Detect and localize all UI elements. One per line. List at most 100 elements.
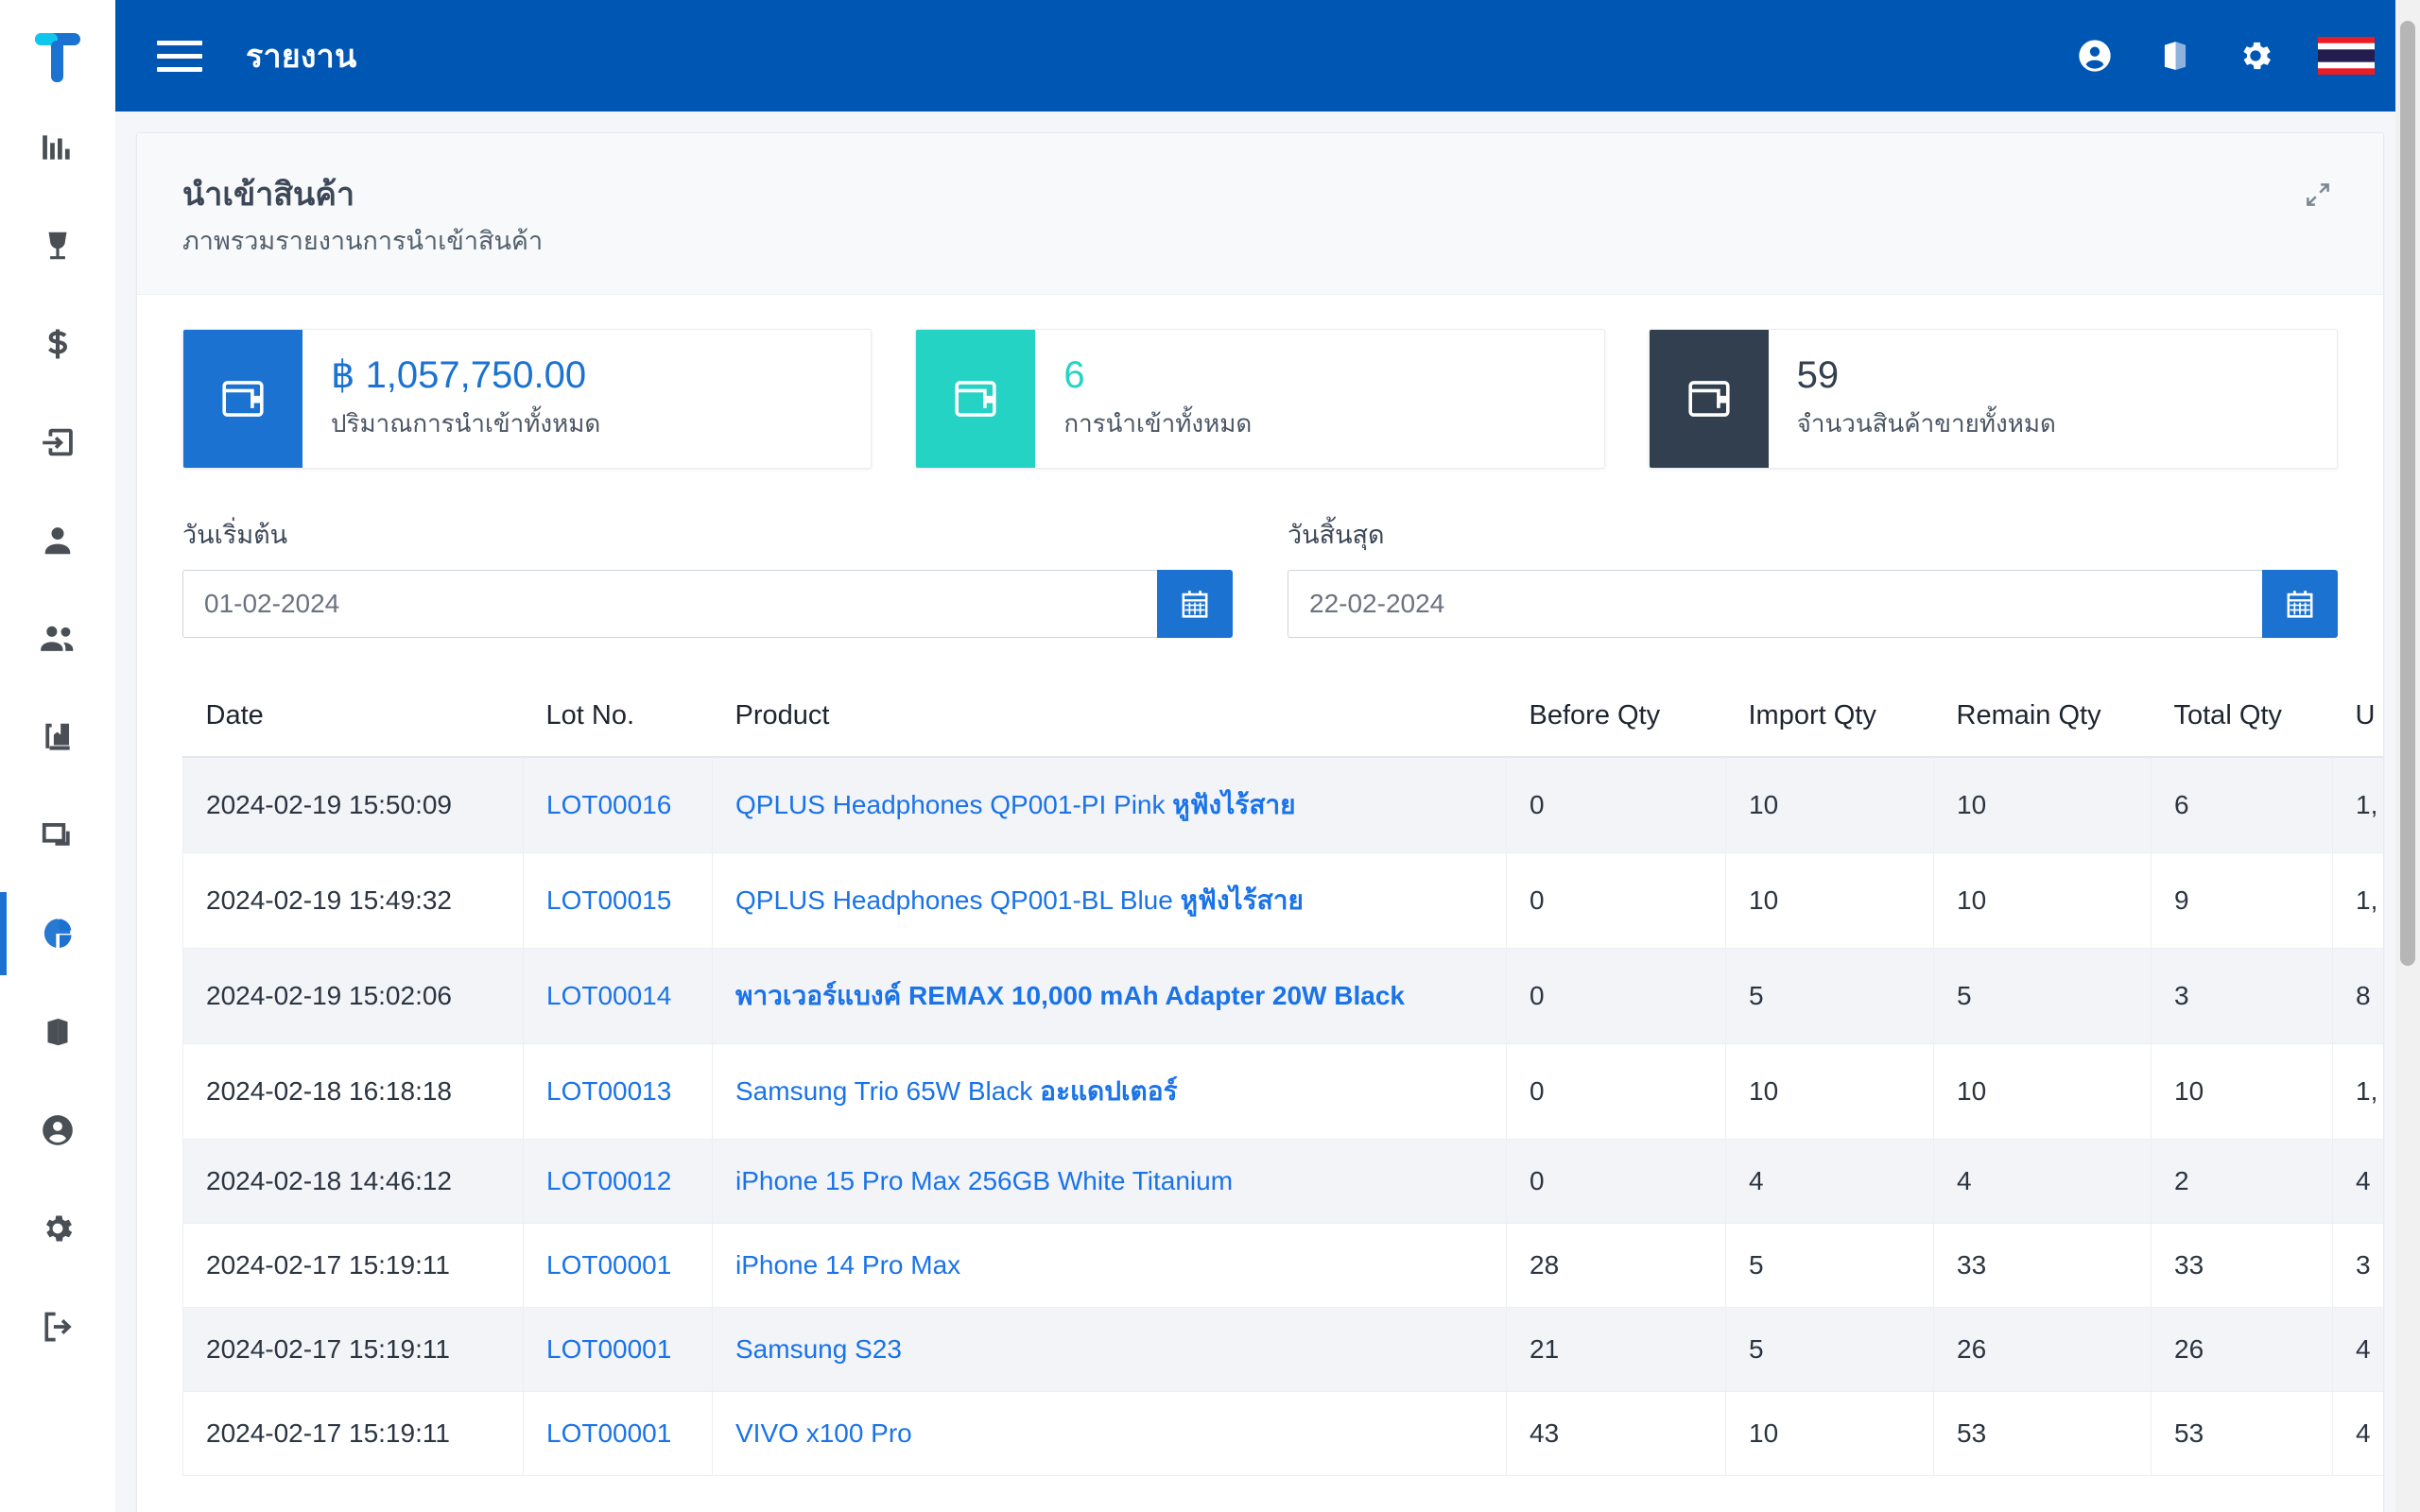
cell-lot-no[interactable]: LOT00001 <box>523 1223 713 1308</box>
end-date-field: วันสิ้นสุด <box>1288 514 2338 638</box>
office-door-icon <box>41 1015 75 1049</box>
topbar-title: รายงาน <box>246 39 357 75</box>
cell-date: 2024-02-18 16:18:18 <box>182 1043 524 1140</box>
cell-total-qty: 9 <box>2151 852 2333 949</box>
pie-chart-icon <box>39 915 77 953</box>
cell-total-qty: 10 <box>2151 1043 2333 1140</box>
account-circle-icon[interactable] <box>2076 37 2114 75</box>
sidebar-item-branches[interactable] <box>0 786 115 885</box>
table-row: 2024-02-17 15:19:11 LOT00001 Samsung S23 21… <box>182 1307 2383 1392</box>
stat-label: จำนวนสินค้าขายทั้งหมด <box>1796 409 2056 438</box>
cell-product[interactable]: Samsung Trio 65W Black อะแดปเตอร์ <box>712 1043 1507 1140</box>
sidebar-item-reports[interactable] <box>0 885 115 983</box>
cell-total-qty: 6 <box>2151 756 2333 853</box>
start-date-input[interactable] <box>182 569 1157 638</box>
cell-lot-no[interactable]: LOT00012 <box>523 1139 713 1224</box>
start-date-label: วันเริ่มต้น <box>182 520 288 549</box>
hamburger-icon[interactable] <box>157 30 208 81</box>
product-link[interactable]: Samsung Trio 65W Black อะแดปเตอร์ <box>735 1076 1178 1106</box>
column-header-import-qty[interactable]: Import Qty <box>1725 675 1934 758</box>
column-header-lot[interactable]: Lot No. <box>523 675 713 758</box>
sidebar-item-customer[interactable] <box>0 491 115 590</box>
lot-link[interactable]: LOT00016 <box>546 790 671 819</box>
wine-glass-icon <box>40 228 76 264</box>
cell-total-qty: 2 <box>2151 1139 2333 1224</box>
sidebar-item-members[interactable] <box>0 590 115 688</box>
product-link[interactable]: พาวเวอร์แบงค์ REMAX 10,000 mAh Adapter 2… <box>735 981 1405 1010</box>
cell-before-qty: 0 <box>1506 852 1726 949</box>
lot-link[interactable]: LOT00012 <box>546 1166 671 1195</box>
page-scrollbar[interactable] <box>2395 0 2420 1512</box>
table-row: 2024-02-18 14:46:12 LOT00012 iPhone 15 Pro… <box>182 1139 2383 1224</box>
cell-lot-no[interactable]: LOT00015 <box>523 852 713 949</box>
lot-link[interactable]: LOT00001 <box>546 1418 671 1448</box>
cell-product[interactable]: พาวเวอร์แบงค์ REMAX 10,000 mAh Adapter 2… <box>712 948 1507 1044</box>
sidebar-item-inventory[interactable] <box>0 688 115 786</box>
lot-link[interactable]: LOT00001 <box>546 1334 671 1364</box>
account-circle-icon <box>40 1112 76 1148</box>
cell-product[interactable]: QPLUS Headphones QP001-BL Blue หูฟังไร้ส… <box>712 852 1507 949</box>
cell-import-qty: 5 <box>1725 1223 1934 1308</box>
sidebar-item-settings[interactable] <box>0 1179 115 1278</box>
end-date-input[interactable] <box>1288 569 2262 638</box>
page-scrollbar-thumb[interactable] <box>2400 21 2415 966</box>
gear-icon[interactable] <box>2237 37 2274 75</box>
product-link[interactable]: iPhone 14 Pro Max <box>735 1250 960 1280</box>
cell-product[interactable]: Samsung S23 <box>712 1307 1507 1392</box>
cell-product[interactable]: iPhone 15 Pro Max 256GB White Titanium <box>712 1139 1507 1224</box>
column-header-unit-price[interactable]: U <box>2332 675 2383 758</box>
cell-remain-qty: 53 <box>1933 1391 2152 1476</box>
cell-remain-qty: 10 <box>1933 756 2152 853</box>
lot-link[interactable]: LOT00001 <box>546 1250 671 1280</box>
topbar: รายงาน <box>115 0 2420 112</box>
content-area: นำเข้าสินค้า ภาพรวมรายงานการนำเข้าสินค้า <box>115 112 2420 1512</box>
cell-lot-no[interactable]: LOT00013 <box>523 1043 713 1140</box>
sidebar-item-account[interactable] <box>0 1081 115 1179</box>
product-link[interactable]: VIVO x100 Pro <box>735 1418 912 1448</box>
stat-value: 59 <box>1796 354 1840 397</box>
expand-arrows-icon[interactable] <box>2298 175 2338 219</box>
product-link[interactable]: QPLUS Headphones QP001-BL Blue หูฟังไร้ส… <box>735 885 1304 915</box>
cell-remain-qty: 10 <box>1933 1043 2152 1140</box>
cell-total-qty: 53 <box>2151 1391 2333 1476</box>
cell-lot-no[interactable]: LOT00001 <box>523 1391 713 1476</box>
stat-value: 6 <box>1063 354 1085 397</box>
sidebar-item-beverage[interactable] <box>0 197 115 295</box>
sidebar-item-import[interactable] <box>0 393 115 491</box>
import-table-wrap: Date Lot No. Product Before Qty Import Q… <box>182 675 2383 1476</box>
lot-link[interactable]: LOT00014 <box>546 981 671 1010</box>
cell-lot-no[interactable]: LOT00016 <box>523 756 713 853</box>
calendar-icon[interactable] <box>2262 569 2338 638</box>
product-link[interactable]: Samsung S23 <box>735 1334 902 1364</box>
column-header-remain-qty[interactable]: Remain Qty <box>1933 675 2152 758</box>
wallet-icon <box>183 329 302 468</box>
column-header-product[interactable]: Product <box>712 675 1507 758</box>
office-door-icon[interactable] <box>2157 38 2193 74</box>
sidebar-item-finance[interactable] <box>0 295 115 393</box>
page-subtitle: ภาพรวมรายงานการนำเข้าสินค้า <box>182 226 544 255</box>
column-header-before-qty[interactable]: Before Qty <box>1506 675 1726 758</box>
calendar-icon[interactable] <box>1157 569 1233 638</box>
cell-total-qty: 33 <box>2151 1223 2333 1308</box>
main-column: รายงาน นำเข้าสินค้า ภาพรวมรายงานการนำเข้… <box>115 0 2420 1512</box>
cell-unit-price: 1, <box>2332 1043 2383 1140</box>
sidebar-item-office[interactable] <box>0 983 115 1081</box>
product-link[interactable]: iPhone 15 Pro Max 256GB White Titanium <box>735 1166 1233 1195</box>
stat-card-import-count: 6 การนำเข้าทั้งหมด <box>915 328 1605 469</box>
cell-product[interactable]: iPhone 14 Pro Max <box>712 1223 1507 1308</box>
sidebar-item-dashboard[interactable] <box>0 98 115 197</box>
product-link[interactable]: QPLUS Headphones QP001-PI Pink หูฟังไร้ส… <box>735 790 1296 819</box>
cell-lot-no[interactable]: LOT00014 <box>523 948 713 1044</box>
column-header-date[interactable]: Date <box>182 675 524 758</box>
cell-product[interactable]: QPLUS Headphones QP001-PI Pink หูฟังไร้ส… <box>712 756 1507 853</box>
cell-remain-qty: 10 <box>1933 852 2152 949</box>
cell-lot-no[interactable]: LOT00001 <box>523 1307 713 1392</box>
thai-flag-icon[interactable] <box>2318 37 2375 75</box>
lot-link[interactable]: LOT00013 <box>546 1076 671 1106</box>
cell-product[interactable]: VIVO x100 Pro <box>712 1391 1507 1476</box>
column-header-total-qty[interactable]: Total Qty <box>2151 675 2333 758</box>
tigersoft-logo[interactable] <box>0 17 115 98</box>
page-header: นำเข้าสินค้า ภาพรวมรายงานการนำเข้าสินค้า <box>137 133 2383 295</box>
lot-link[interactable]: LOT00015 <box>546 885 671 915</box>
sidebar-item-logout[interactable] <box>0 1278 115 1376</box>
